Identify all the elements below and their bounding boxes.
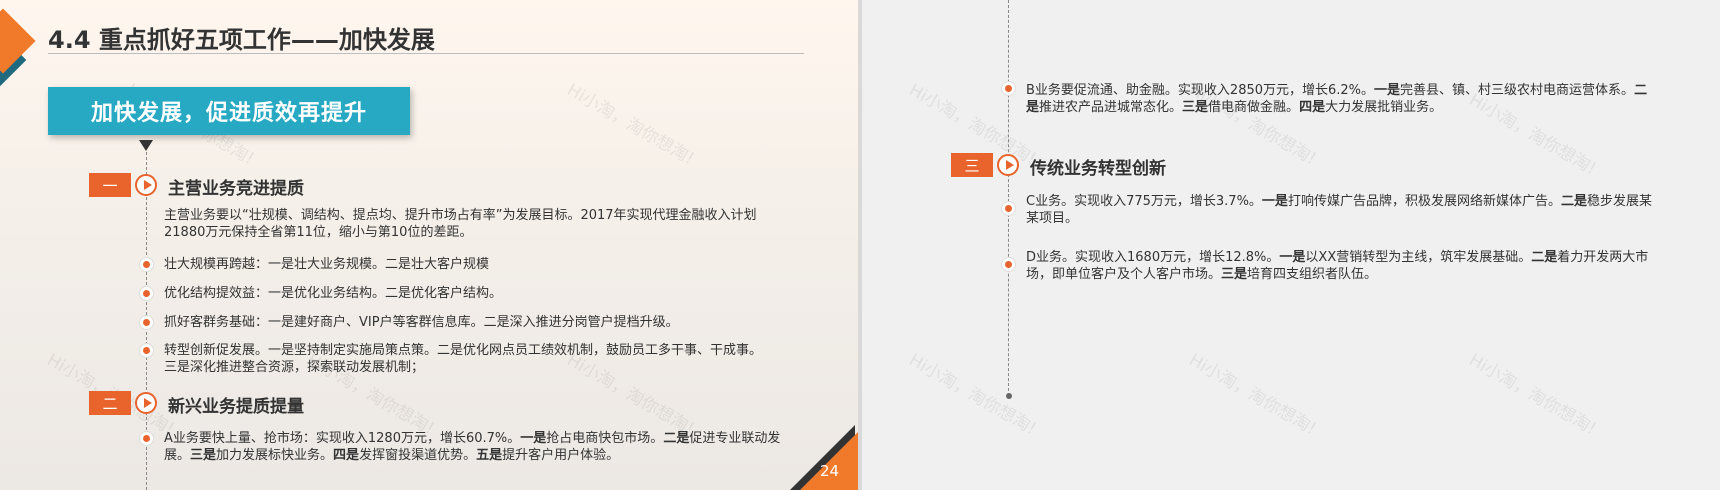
watermark: Hi小淘，淘你想淘! xyxy=(1185,350,1320,440)
list-item: A业务要快上量、抢市场：实现收入1280万元，增长60.7%。一是抢占电商快包市… xyxy=(164,431,781,463)
section-title: 主营业务竞进提质 xyxy=(168,179,304,199)
section-intro-text: 主营业务要以“壮规模、调结构、提点均、提升市场占有率”为发展目标。2017年实现… xyxy=(164,208,757,240)
section-banner: 加快发展，促进质效再提升 xyxy=(48,87,410,135)
section-title: 传统业务转型创新 xyxy=(1030,159,1166,179)
timeline-end-dot-icon xyxy=(1006,393,1012,399)
play-icon xyxy=(135,392,157,414)
section-number-badge: 一 xyxy=(89,173,131,197)
list-item: B业务要促流通、助金融。实现收入2850万元，增长6.2%。一是完善县、镇、村三… xyxy=(1026,83,1648,115)
slide-title: 4.4 重点抓好五项工作——加快发展 xyxy=(48,26,435,54)
watermark: Hi小淘，淘你想淘! xyxy=(563,80,698,170)
bullet-dot-icon xyxy=(140,316,153,329)
bullet-dot-icon xyxy=(1002,258,1015,271)
watermark: Hi小淘，淘你想淘! xyxy=(1465,350,1600,440)
bullet-dot-icon xyxy=(1002,82,1015,95)
slide-left: Hi小淘，淘你想淘! Hi小淘，淘你想淘! Hi小淘，淘你想淘! Hi小淘，淘你… xyxy=(0,0,858,490)
bullet-dot-icon xyxy=(140,344,153,357)
page-number: 24 xyxy=(820,462,840,480)
section-number-badge: 三 xyxy=(951,153,993,177)
watermark: Hi小淘，淘你想淘! xyxy=(905,350,1040,440)
page-corner-decoration xyxy=(800,430,858,490)
bullet-dot-icon xyxy=(140,287,153,300)
list-item: 抓好客群务基础：一是建好商户、VIP户等客群信息库。二是深入推进分岗管户提档升级… xyxy=(164,315,679,330)
title-underline xyxy=(48,53,804,54)
banner-pointer-icon xyxy=(139,140,153,151)
play-icon xyxy=(997,154,1019,176)
list-item: 壮大规模再跨越：一是壮大业务规模。二是壮大客户规模 xyxy=(164,257,490,272)
slide-right: Hi小淘，淘你想淘! Hi小淘，淘你想淘! Hi小淘，淘你想淘! Hi小淘，淘你… xyxy=(862,0,1720,490)
section-title: 新兴业务提质提量 xyxy=(168,397,304,417)
list-item: D业务。实现收入1680万元，增长12.8%。一是以XX营销转型为主线，筑牢发展… xyxy=(1026,250,1649,282)
list-item: C业务。实现收入775万元，增长3.7%。一是打响传媒广告品牌，积极发展网络新媒… xyxy=(1026,194,1652,226)
bullet-dot-icon xyxy=(140,258,153,271)
timeline-line xyxy=(1008,0,1009,396)
list-item: 优化结构提效益：一是优化业务结构。二是优化客户结构。 xyxy=(164,286,503,301)
bullet-dot-icon xyxy=(1002,202,1015,215)
play-icon xyxy=(135,174,157,196)
list-item: 转型创新促发展。一是坚持制定实施局策点策。二是优化网点员工绩效机制，鼓励员工多干… xyxy=(164,343,763,375)
section-number-badge: 二 xyxy=(89,391,131,415)
bullet-dot-icon xyxy=(140,432,153,445)
